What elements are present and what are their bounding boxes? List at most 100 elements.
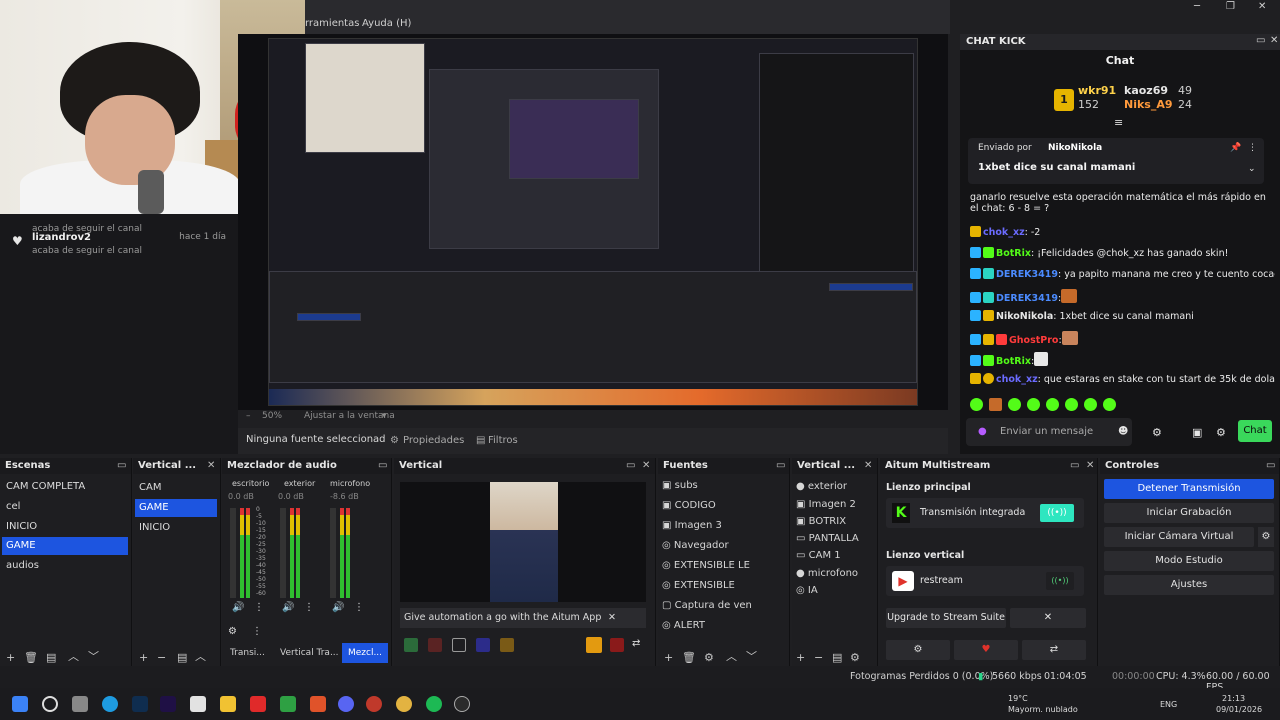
scene-item[interactable]: audios bbox=[2, 557, 128, 575]
gear-icon[interactable]: ⚙ bbox=[850, 651, 860, 664]
record-icon[interactable] bbox=[428, 638, 442, 652]
weather-temp[interactable]: 19°C bbox=[1008, 694, 1028, 703]
remove-icon[interactable]: − bbox=[157, 651, 166, 664]
pin-icon[interactable]: 📌 bbox=[1230, 143, 1241, 153]
close-icon[interactable]: ✕ bbox=[207, 458, 215, 474]
preview-canvas[interactable] bbox=[268, 38, 918, 406]
undock-icon[interactable]: ▭ bbox=[378, 458, 387, 474]
vertical-source-item[interactable]: ▣ Imagen 2 bbox=[796, 496, 878, 514]
settings-icon[interactable]: ⚙ bbox=[1152, 426, 1162, 439]
scene-item[interactable]: cel bbox=[2, 498, 128, 516]
gear-icon[interactable]: ⚙ bbox=[886, 640, 950, 660]
edge-icon[interactable] bbox=[102, 696, 118, 712]
gear-icon[interactable]: ⚙ bbox=[1258, 527, 1274, 547]
chat-username[interactable]: BotRix bbox=[996, 356, 1031, 367]
more-icon[interactable]: ⋮ bbox=[252, 626, 262, 637]
folder-icon[interactable] bbox=[220, 696, 236, 712]
remove-icon[interactable]: − bbox=[814, 651, 823, 664]
emoji-icon[interactable]: ☻ bbox=[1118, 426, 1128, 437]
start-virtual-camera-button[interactable]: Iniciar Cámara Virtual bbox=[1104, 527, 1254, 547]
leader-user[interactable]: kaoz69 bbox=[1124, 84, 1168, 97]
menu-help[interactable]: Ayuda (H) bbox=[362, 18, 411, 29]
app-icon[interactable] bbox=[366, 696, 382, 712]
undock-icon[interactable]: ▭ bbox=[1256, 35, 1265, 46]
speaker-icon[interactable]: 🔊 bbox=[332, 602, 344, 613]
filters-button[interactable]: Filtros bbox=[488, 432, 518, 450]
chat-username[interactable]: chok_xz bbox=[996, 374, 1038, 385]
source-item[interactable]: ◎ ALERT bbox=[662, 617, 782, 635]
emote-icon[interactable] bbox=[970, 398, 983, 411]
close-icon[interactable]: ✕ bbox=[642, 458, 650, 474]
chat-username[interactable]: DEREK3419 bbox=[996, 293, 1058, 304]
scene-item[interactable]: CAM COMPLETA bbox=[2, 478, 128, 496]
chat-username[interactable]: chok_xz bbox=[983, 227, 1025, 238]
more-icon[interactable]: ⋮ bbox=[254, 602, 264, 613]
minecraft-icon[interactable] bbox=[280, 696, 296, 712]
heart-icon[interactable] bbox=[610, 638, 624, 652]
close-icon[interactable]: ✕ bbox=[608, 608, 616, 628]
maximize-icon[interactable]: ❐ bbox=[1226, 1, 1235, 12]
filter-icon[interactable]: ▤ bbox=[177, 651, 187, 664]
vertical-scene-item[interactable]: CAM bbox=[135, 479, 217, 497]
expand-icon[interactable]: ≡ bbox=[1114, 116, 1123, 129]
volume-slider[interactable] bbox=[230, 508, 236, 598]
chat-input[interactable]: ● Enviar un mensaje ☻ bbox=[966, 418, 1132, 446]
language-indicator[interactable]: ENG bbox=[1160, 700, 1177, 709]
source-item[interactable]: ◎ EXTENSIBLE bbox=[662, 577, 782, 595]
chat-tab[interactable]: Chat bbox=[960, 54, 1280, 67]
chat-username[interactable]: DEREK3419 bbox=[996, 269, 1058, 280]
chat-username[interactable]: GhostPro bbox=[1009, 335, 1058, 346]
source-item[interactable]: ▢ Captura de ven bbox=[662, 597, 782, 615]
calculator-icon[interactable] bbox=[190, 696, 206, 712]
zoom-level[interactable]: 50% bbox=[262, 411, 282, 421]
more-icon[interactable]: ⋮ bbox=[1248, 143, 1257, 153]
pinned-sent-by[interactable]: NikoNikola bbox=[1048, 143, 1102, 153]
vertical-scene-item-selected[interactable]: GAME bbox=[135, 499, 217, 517]
speaker-icon[interactable]: 🔊 bbox=[232, 602, 244, 613]
close-icon[interactable]: ✕ bbox=[1258, 1, 1266, 12]
studio-mode-button[interactable]: Modo Estudio bbox=[1104, 551, 1274, 571]
add-icon[interactable]: + bbox=[6, 651, 15, 664]
gear-icon[interactable]: ⚙ bbox=[1216, 426, 1226, 439]
volume-slider[interactable] bbox=[280, 508, 286, 598]
close-icon[interactable]: ✕ bbox=[1270, 35, 1278, 46]
gift-icon[interactable]: ▣ bbox=[1192, 426, 1202, 439]
chevron-down-icon[interactable]: ▾ bbox=[382, 411, 387, 421]
emote-icon[interactable] bbox=[1103, 398, 1116, 411]
vertical-source-item[interactable]: ▭ CAM 1 bbox=[796, 547, 878, 565]
clock-time[interactable]: 21:13 bbox=[1222, 694, 1245, 703]
dock-tab[interactable]: Vertical Tra... bbox=[280, 648, 339, 658]
vertical-source-item[interactable]: ▭ PANTALLA PRIN bbox=[796, 530, 878, 548]
vertical-source-item[interactable]: ▣ BOTRIX bbox=[796, 513, 878, 531]
emote-icon[interactable] bbox=[1008, 398, 1021, 411]
chrome-icon[interactable] bbox=[396, 696, 412, 712]
app-icon[interactable] bbox=[250, 696, 266, 712]
emote-icon[interactable] bbox=[989, 398, 1002, 411]
source-item[interactable]: ◎ EXTENSIBLE LE bbox=[662, 557, 782, 575]
undock-icon[interactable]: ▭ bbox=[776, 458, 785, 474]
weather-desc[interactable]: Mayorm. nublado bbox=[1008, 705, 1078, 714]
photoshop-icon[interactable] bbox=[132, 696, 148, 712]
menu-tools[interactable]: rramientas bbox=[305, 18, 359, 29]
undock-icon[interactable]: ▭ bbox=[1070, 458, 1079, 474]
leader-user[interactable]: wkr91 bbox=[1078, 84, 1116, 97]
stream-toggle-icon[interactable]: ((•)) bbox=[1046, 572, 1074, 590]
vertical-source-item[interactable]: ◎ IA bbox=[796, 582, 878, 600]
chevron-up-icon[interactable]: ︿ bbox=[68, 648, 79, 664]
more-icon[interactable]: ⋮ bbox=[304, 602, 314, 613]
settings-icon[interactable] bbox=[586, 637, 602, 653]
undock-icon[interactable]: ▭ bbox=[1266, 458, 1275, 474]
emote-icon[interactable] bbox=[1084, 398, 1097, 411]
add-icon[interactable]: + bbox=[664, 651, 673, 664]
scene-item[interactable]: INICIO bbox=[2, 518, 128, 536]
search-icon[interactable] bbox=[42, 696, 58, 712]
source-item[interactable]: ◎ Navegador bbox=[662, 537, 782, 555]
close-icon[interactable]: ✕ bbox=[1086, 458, 1094, 474]
add-icon[interactable]: + bbox=[796, 651, 805, 664]
premiere-icon[interactable] bbox=[160, 696, 176, 712]
gear-icon[interactable]: ⚙ bbox=[704, 651, 714, 664]
chat-username[interactable]: BotRix bbox=[996, 248, 1031, 259]
spotify-icon[interactable] bbox=[426, 696, 442, 712]
task-view-icon[interactable] bbox=[72, 696, 88, 712]
dock-tab[interactable]: Transi... bbox=[230, 648, 265, 658]
